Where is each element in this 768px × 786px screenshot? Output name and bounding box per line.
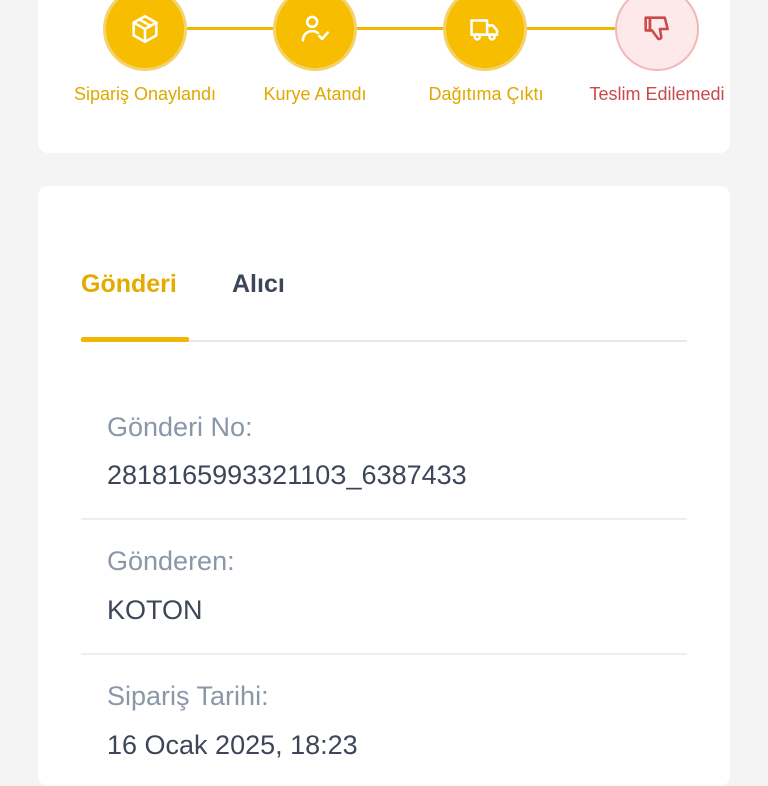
sender-label: Gönderen: [107, 546, 235, 576]
shipment-number-value: 281816599332110З_6387433 [107, 460, 467, 490]
row-divider [81, 518, 687, 520]
order-date-label: Sipariş Tarihi: [107, 681, 269, 711]
thumbs-down-icon [644, 16, 669, 41]
active-tab-indicator [81, 337, 189, 342]
step-label-order-confirmed: Sipariş Onaylandı [73, 84, 217, 104]
step-label-not-delivered: Teslim Edilemedi [589, 84, 725, 104]
courier-check-icon [301, 15, 330, 42]
step-label-courier-assigned: Kurye Atandı [263, 84, 367, 104]
truck-icon [470, 19, 499, 41]
row-divider [81, 653, 687, 655]
tab-recipient[interactable]: Alıcı [232, 270, 285, 299]
sender-value: KOTON [107, 595, 203, 625]
order-date-value: 16 Ocak 2025, 18:23 [107, 730, 358, 760]
shipment-number-label: Gönderi No: [107, 412, 253, 442]
package-icon [132, 14, 158, 44]
tab-shipment[interactable]: Gönderi [81, 270, 177, 299]
step-label-out-for-delivery: Dağıtıma Çıktı [428, 84, 544, 104]
